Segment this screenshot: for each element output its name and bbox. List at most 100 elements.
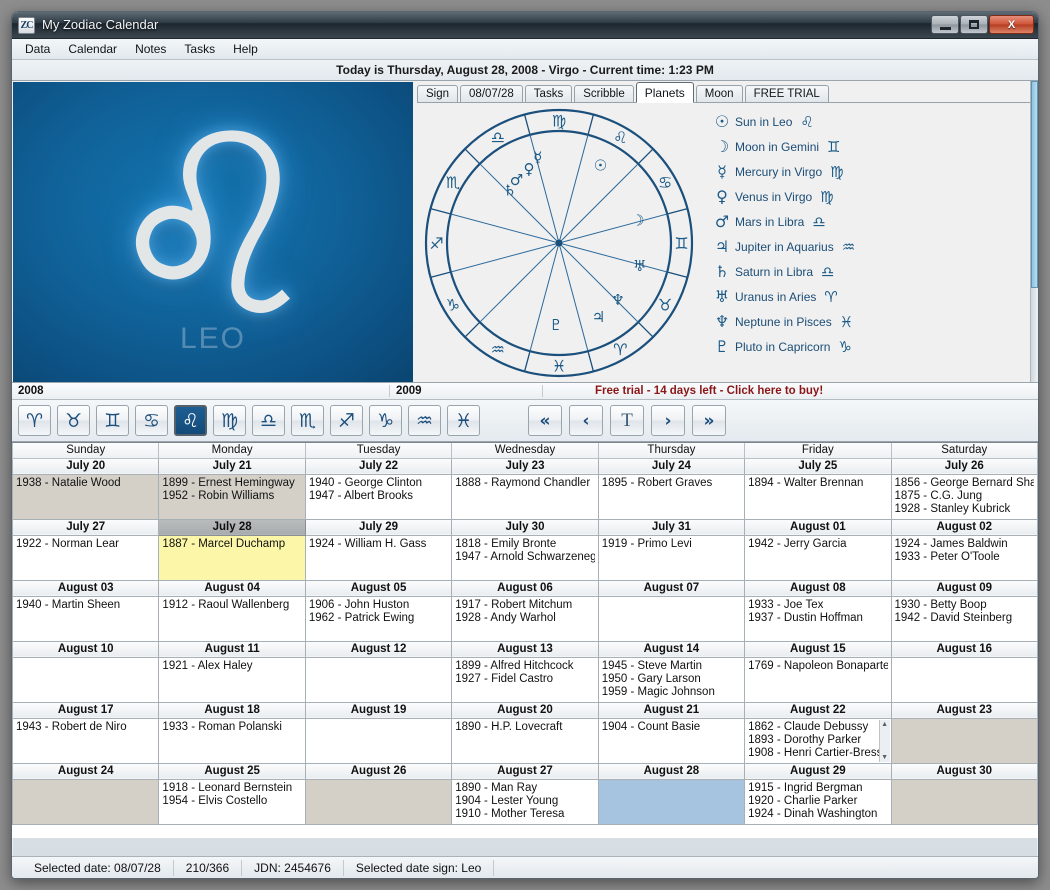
- calendar-event[interactable]: 1940 - George Clinton: [309, 477, 448, 490]
- calendar-date-label[interactable]: August 28: [597, 762, 746, 780]
- calendar-event[interactable]: 1942 - Jerry Garcia: [748, 538, 887, 551]
- calendar-date-label[interactable]: August 08: [744, 579, 892, 597]
- tab-planets[interactable]: Planets: [635, 82, 694, 103]
- calendar-date-label[interactable]: August 09: [890, 579, 1038, 597]
- calendar-date-label[interactable]: July 26: [890, 457, 1038, 475]
- calendar-event[interactable]: 1915 - Ingrid Bergman: [748, 782, 887, 795]
- tab-moon[interactable]: Moon: [695, 85, 743, 103]
- calendar-event[interactable]: 1924 - James Baldwin: [895, 538, 1034, 551]
- calendar-event[interactable]: 1904 - Count Basie: [602, 721, 741, 734]
- menu-item-notes[interactable]: Notes: [126, 40, 175, 58]
- calendar-day-cell[interactable]: [12, 656, 160, 703]
- zodiac-button-sagittarius[interactable]: ♐: [330, 405, 363, 436]
- calendar-day-cell[interactable]: 1918 - Leonard Bernstein 1954 - Elvis Cos…: [158, 778, 306, 825]
- calendar-day-cell[interactable]: [304, 778, 453, 825]
- zodiac-button-taurus[interactable]: ♉: [57, 405, 90, 436]
- calendar-event[interactable]: 1893 - Dorothy Parker: [748, 734, 887, 747]
- zodiac-button-scorpio[interactable]: ♏: [291, 405, 324, 436]
- calendar-event[interactable]: 1927 - Fidel Castro: [455, 673, 594, 686]
- calendar-date-label[interactable]: August 17: [12, 701, 160, 719]
- calendar-date-label[interactable]: August 12: [304, 640, 453, 658]
- calendar-date-label[interactable]: August 18: [158, 701, 306, 719]
- tab-scribble[interactable]: Scribble: [574, 85, 634, 103]
- tab-08-07-28[interactable]: 08/07/28: [460, 85, 523, 103]
- close-button[interactable]: X: [989, 15, 1034, 34]
- calendar-event[interactable]: 1947 - Arnold Schwarzenegg: [455, 551, 594, 564]
- calendar-event[interactable]: 1947 - Albert Brooks: [309, 490, 448, 503]
- calendar-event[interactable]: 1890 - Man Ray: [455, 782, 594, 795]
- calendar-day-cell[interactable]: 1912 - Raoul Wallenberg: [158, 595, 306, 642]
- calendar-date-label[interactable]: August 19: [304, 701, 453, 719]
- calendar-event[interactable]: 1945 - Steve Martin: [602, 660, 741, 673]
- calendar-day-cell[interactable]: 1899 - Alfred Hitchcock 1927 - Fidel Cast…: [451, 656, 599, 703]
- calendar-date-label[interactable]: August 16: [890, 640, 1038, 658]
- calendar-event[interactable]: 1933 - Joe Tex: [748, 599, 887, 612]
- calendar-date-label[interactable]: August 14: [597, 640, 746, 658]
- calendar-event[interactable]: 1919 - Primo Levi: [602, 538, 741, 551]
- calendar-event[interactable]: 1899 - Alfred Hitchcock: [455, 660, 594, 673]
- calendar-date-label[interactable]: August 23: [890, 701, 1038, 719]
- calendar-day-cell[interactable]: 1899 - Ernest Hemingway 1952 - Robin Will…: [158, 473, 306, 520]
- calendar-date-label[interactable]: August 02: [890, 518, 1038, 536]
- maximize-button[interactable]: [960, 15, 988, 34]
- cell-scrollbar[interactable]: ▲ ▼: [878, 719, 890, 762]
- zodiac-button-aries[interactable]: ♈: [18, 405, 51, 436]
- calendar-day-cell[interactable]: 1887 - Marcel Duchamp: [158, 534, 306, 581]
- calendar-date-label[interactable]: July 20: [12, 457, 160, 475]
- calendar-date-label[interactable]: July 25: [744, 457, 892, 475]
- calendar-event[interactable]: 1950 - Gary Larson: [602, 673, 741, 686]
- calendar-date-label[interactable]: August 07: [597, 579, 746, 597]
- calendar-event[interactable]: 1875 - C.G. Jung: [895, 490, 1034, 503]
- zodiac-button-cancer[interactable]: ♋: [135, 405, 168, 436]
- calendar-day-cell[interactable]: 1818 - Emily Bronte 1947 - Arnold Schwarz…: [451, 534, 599, 581]
- calendar-day-cell[interactable]: [890, 717, 1038, 764]
- calendar-date-label[interactable]: August 24: [12, 762, 160, 780]
- calendar-day-cell[interactable]: [597, 595, 746, 642]
- calendar-day-cell[interactable]: 1890 - Man Ray 1904 - Lester Young 1910 - …: [451, 778, 599, 825]
- scroll-down-icon[interactable]: ▼: [881, 753, 888, 762]
- calendar-date-label[interactable]: August 10: [12, 640, 160, 658]
- calendar-event[interactable]: 1856 - George Bernard Shaw: [895, 477, 1034, 490]
- calendar-event[interactable]: 1924 - Dinah Washington: [748, 808, 887, 821]
- calendar-day-cell[interactable]: 1922 - Norman Lear: [12, 534, 160, 581]
- calendar-event[interactable]: 1940 - Martin Sheen: [16, 599, 155, 612]
- calendar-day-cell[interactable]: 1862 - Claude Debussy 1893 - Dorothy Park…: [744, 717, 892, 764]
- calendar-event[interactable]: 1937 - Dustin Hoffman: [748, 612, 887, 625]
- calendar-day-cell[interactable]: [304, 656, 453, 703]
- calendar-event[interactable]: 1887 - Marcel Duchamp: [162, 538, 301, 551]
- calendar-day-cell[interactable]: 1933 - Roman Polanski: [158, 717, 306, 764]
- zodiac-button-aquarius[interactable]: ♒: [408, 405, 441, 436]
- calendar-day-cell[interactable]: [597, 778, 746, 825]
- calendar-day-cell[interactable]: 1924 - William H. Gass: [304, 534, 453, 581]
- calendar-date-label[interactable]: July 28: [158, 518, 306, 536]
- calendar-date-label[interactable]: August 01: [744, 518, 892, 536]
- calendar-day-cell[interactable]: 1945 - Steve Martin 1950 - Gary Larson 195…: [597, 656, 746, 703]
- calendar-event[interactable]: 1904 - Lester Young: [455, 795, 594, 808]
- scrollbar-thumb[interactable]: [1031, 81, 1038, 288]
- calendar-day-cell[interactable]: 1894 - Walter Brennan: [744, 473, 892, 520]
- calendar-day-cell[interactable]: 1940 - Martin Sheen: [12, 595, 160, 642]
- calendar-date-label[interactable]: August 05: [304, 579, 453, 597]
- calendar-event[interactable]: 1890 - H.P. Lovecraft: [455, 721, 594, 734]
- calendar-day-cell[interactable]: 1915 - Ingrid Bergman 1920 - Charlie Park…: [744, 778, 892, 825]
- calendar-event[interactable]: 1962 - Patrick Ewing: [309, 612, 448, 625]
- calendar-event[interactable]: 1928 - Andy Warhol: [455, 612, 594, 625]
- calendar-day-cell[interactable]: 1940 - George Clinton 1947 - Albert Brook…: [304, 473, 453, 520]
- zodiac-button-gemini[interactable]: ♊: [96, 405, 129, 436]
- zodiac-button-libra[interactable]: ♎: [252, 405, 285, 436]
- menu-item-calendar[interactable]: Calendar: [59, 40, 126, 58]
- calendar-event[interactable]: 1959 - Magic Johnson: [602, 686, 741, 699]
- calendar-event[interactable]: 1895 - Robert Graves: [602, 477, 741, 490]
- calendar-date-label[interactable]: July 30: [451, 518, 599, 536]
- zodiac-button-capricorn[interactable]: ♑: [369, 405, 402, 436]
- calendar-date-label[interactable]: July 29: [304, 518, 453, 536]
- calendar-day-cell[interactable]: 1924 - James Baldwin 1933 - Peter O'Toole: [890, 534, 1038, 581]
- calendar-event[interactable]: 1924 - William H. Gass: [309, 538, 448, 551]
- calendar-event[interactable]: 1922 - Norman Lear: [16, 538, 155, 551]
- calendar-date-label[interactable]: July 24: [597, 457, 746, 475]
- menu-item-tasks[interactable]: Tasks: [175, 40, 224, 58]
- calendar-date-label[interactable]: August 27: [451, 762, 599, 780]
- calendar-day-cell[interactable]: 1942 - Jerry Garcia: [744, 534, 892, 581]
- calendar-date-label[interactable]: August 29: [744, 762, 892, 780]
- calendar-date-label[interactable]: August 11: [158, 640, 306, 658]
